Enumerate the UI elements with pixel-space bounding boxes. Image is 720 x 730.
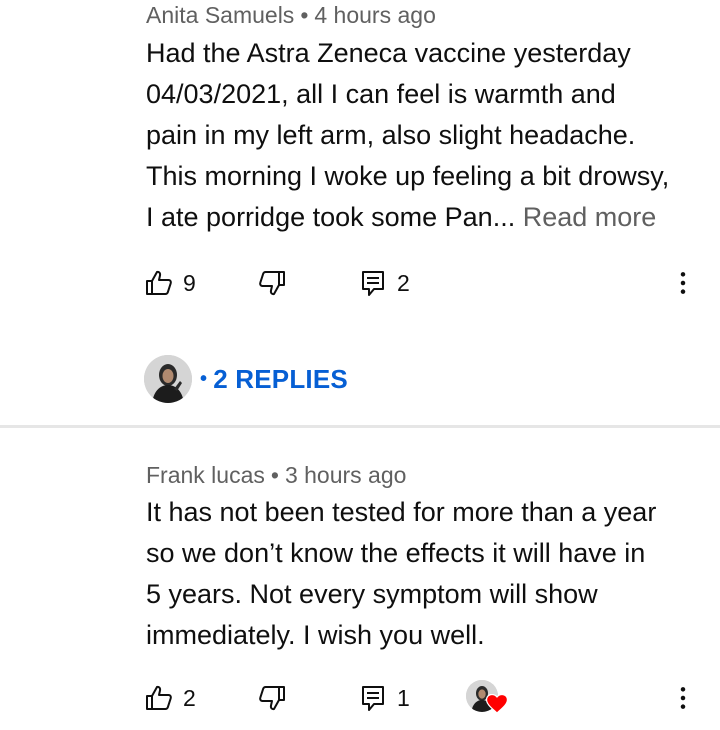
comment-line-text: I ate porridge took some Pan...: [146, 202, 523, 232]
reply-count: 1: [397, 684, 410, 711]
comment-text: It has not been tested for more than a y…: [146, 492, 706, 656]
read-more-link[interactable]: Read more: [523, 202, 657, 232]
thumb-up-icon: [146, 685, 172, 710]
comment-line: Had the Astra Zeneca vaccine yesterday: [146, 38, 631, 68]
comment-meta: Frank lucas • 3 hours ago: [146, 462, 406, 489]
comment-line: This morning I woke up feeling a bit dro…: [146, 161, 670, 191]
author-name[interactable]: Anita Samuels: [146, 2, 294, 28]
heart-icon: [486, 694, 508, 714]
like-button[interactable]: 9: [144, 263, 196, 303]
more-options-button[interactable]: [670, 263, 696, 303]
reply-icon: [362, 271, 384, 296]
thumb-down-icon: [259, 271, 285, 296]
comment-anita-samuels: Anita Samuels • 4 hours ago Had the Astra …: [0, 0, 720, 425]
reply-button[interactable]: 2: [358, 263, 410, 303]
comment-text: Had the Astra Zeneca vaccine yesterday 0…: [146, 33, 706, 238]
like-count: 2: [183, 684, 196, 711]
comment-line: 5 years. Not every symptom will show: [146, 579, 598, 609]
comment-line: immediately. I wish you well.: [146, 620, 485, 650]
comment-line: 04/03/2021, all I can feel is warmth and: [146, 79, 616, 109]
thumb-down-icon: [259, 686, 285, 711]
more-vert-icon: [680, 687, 686, 709]
creator-heart-badge: [466, 680, 510, 718]
reply-count: 2: [397, 269, 410, 296]
comment-line-last: I ate porridge took some Pan... Read mor…: [146, 197, 706, 238]
replies-link-label: 2 REPLIES: [213, 363, 348, 394]
comment-frank-lucas: Frank lucas • 3 hours ago It has not been …: [0, 428, 720, 730]
like-count: 9: [183, 269, 196, 296]
comment-actions: 2 1: [0, 678, 720, 718]
comment-time: 3 hours ago: [284, 462, 407, 488]
reply-icon: [362, 686, 384, 711]
more-vert-icon: [680, 272, 686, 294]
comment-line: It has not been tested for more than a y…: [146, 497, 657, 527]
avatar: [144, 355, 192, 403]
like-button[interactable]: 2: [144, 678, 196, 718]
reply-button[interactable]: 1: [358, 678, 410, 718]
author-name[interactable]: Frank lucas: [146, 462, 265, 488]
replies-bullet: •: [200, 367, 208, 390]
view-replies[interactable]: • 2 REPLIES: [144, 354, 348, 404]
comment-line: so we don’t know the effects it will hav…: [146, 538, 646, 568]
comment-actions: 9 2: [0, 263, 720, 303]
dislike-button[interactable]: [257, 678, 287, 718]
comment-line: pain in my left arm, also slight headach…: [146, 120, 636, 150]
meta-separator: •: [300, 2, 309, 28]
comment-time: 4 hours ago: [314, 2, 436, 28]
more-options-button[interactable]: [670, 678, 696, 718]
dislike-button[interactable]: [257, 263, 287, 303]
meta-separator: •: [270, 462, 279, 488]
replies-link[interactable]: • 2 REPLIES: [200, 364, 348, 395]
comment-meta: Anita Samuels • 4 hours ago: [146, 2, 436, 29]
thumb-up-icon: [146, 270, 172, 295]
